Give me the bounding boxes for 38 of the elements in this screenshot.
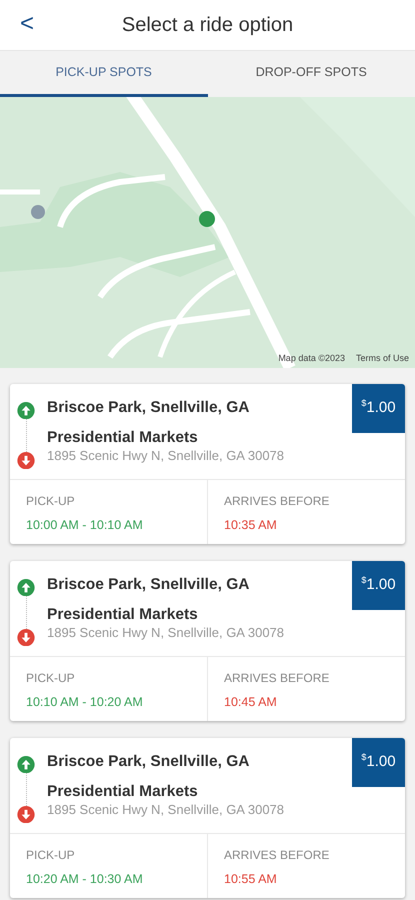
pickup-time: 10:00 AM - 10:10 AM <box>26 517 144 534</box>
price-tag: $^{$}$1.00 <box>352 561 405 610</box>
ride-card[interactable]: Briscoe Park, Snellville, GA Presidential Markets 1895 Scenic Hwy N, Snellville, GA 30078 $^{$}$1.00 PICK-UP 10:00 AM - 10:10 AM ARRIVES BEFORE 10:35 AM <box>10 384 405 544</box>
pickup-time: 10:10 AM - 10:20 AM <box>26 694 144 711</box>
ride-card[interactable]: Briscoe Park, Snellville, GA Presidential Markets 1895 Scenic Hwy N, Snellville, GA 30078 $^{$}$1.00 PICK-UP 10:10 AM - 10:20 AM ARRIVES BEFORE 10:45 AM <box>10 561 405 721</box>
origin-name: Briscoe Park, Snellville, GA <box>47 398 250 418</box>
destination-address: 1895 Scenic Hwy N, Snellville, GA 30078 <box>47 448 284 464</box>
pickup-label: PICK-UP <box>26 670 76 687</box>
tab[interactable]: DROP-OFF SPOTS <box>208 51 415 97</box>
screen-title: Select a ride option <box>122 14 294 36</box>
price-tag: $^{$}$1.00 <box>352 738 405 787</box>
back-button[interactable]: < <box>14 8 40 40</box>
arrival-label: ARRIVES BEFORE <box>224 670 330 687</box>
ride-card[interactable]: Briscoe Park, Snellville, GA Presidential Markets 1895 Scenic Hwy N, Snellville, GA 30078 $^{$}$1.00 PICK-UP 10:20 AM - 10:30 AM ARRIVES BEFORE 10:55 AM <box>10 738 405 898</box>
arrival-time: 10:45 AM <box>224 694 278 711</box>
pickup-icon <box>17 402 35 420</box>
dropoff-icon <box>17 806 35 824</box>
origin-name: Briscoe Park, Snellville, GA <box>47 752 250 772</box>
pickup-icon <box>17 579 35 596</box>
map-attribution: Map data ©2023 <box>278 352 345 365</box>
destination-name: Presidential Markets <box>47 428 199 448</box>
pickup-icon <box>17 756 35 774</box>
destination-address: 1895 Scenic Hwy N, Snellville, GA 30078 <box>47 625 284 641</box>
arrival-label: ARRIVES BEFORE <box>224 493 330 510</box>
destination-name: Presidential Markets <box>47 782 199 802</box>
arrival-time: 10:35 AM <box>224 517 278 534</box>
dropoff-icon <box>17 452 35 470</box>
destination-address: 1895 Scenic Hwy N, Snellville, GA 30078 <box>47 802 284 818</box>
terms-link[interactable]: Terms of Use <box>356 352 409 365</box>
origin-name: Briscoe Park, Snellville, GA <box>47 575 250 595</box>
arrival-label: ARRIVES BEFORE <box>224 847 330 864</box>
arrival-time: 10:55 AM <box>224 871 278 888</box>
dropoff-icon <box>17 628 35 646</box>
destination-name: Presidential Markets <box>47 605 199 625</box>
pickup-label: PICK-UP <box>26 847 76 864</box>
pickup-time: 10:20 AM - 10:30 AM <box>26 871 144 888</box>
pickup-label: PICK-UP <box>26 493 76 510</box>
price-tag: $^{$}$1.00 <box>352 384 405 433</box>
